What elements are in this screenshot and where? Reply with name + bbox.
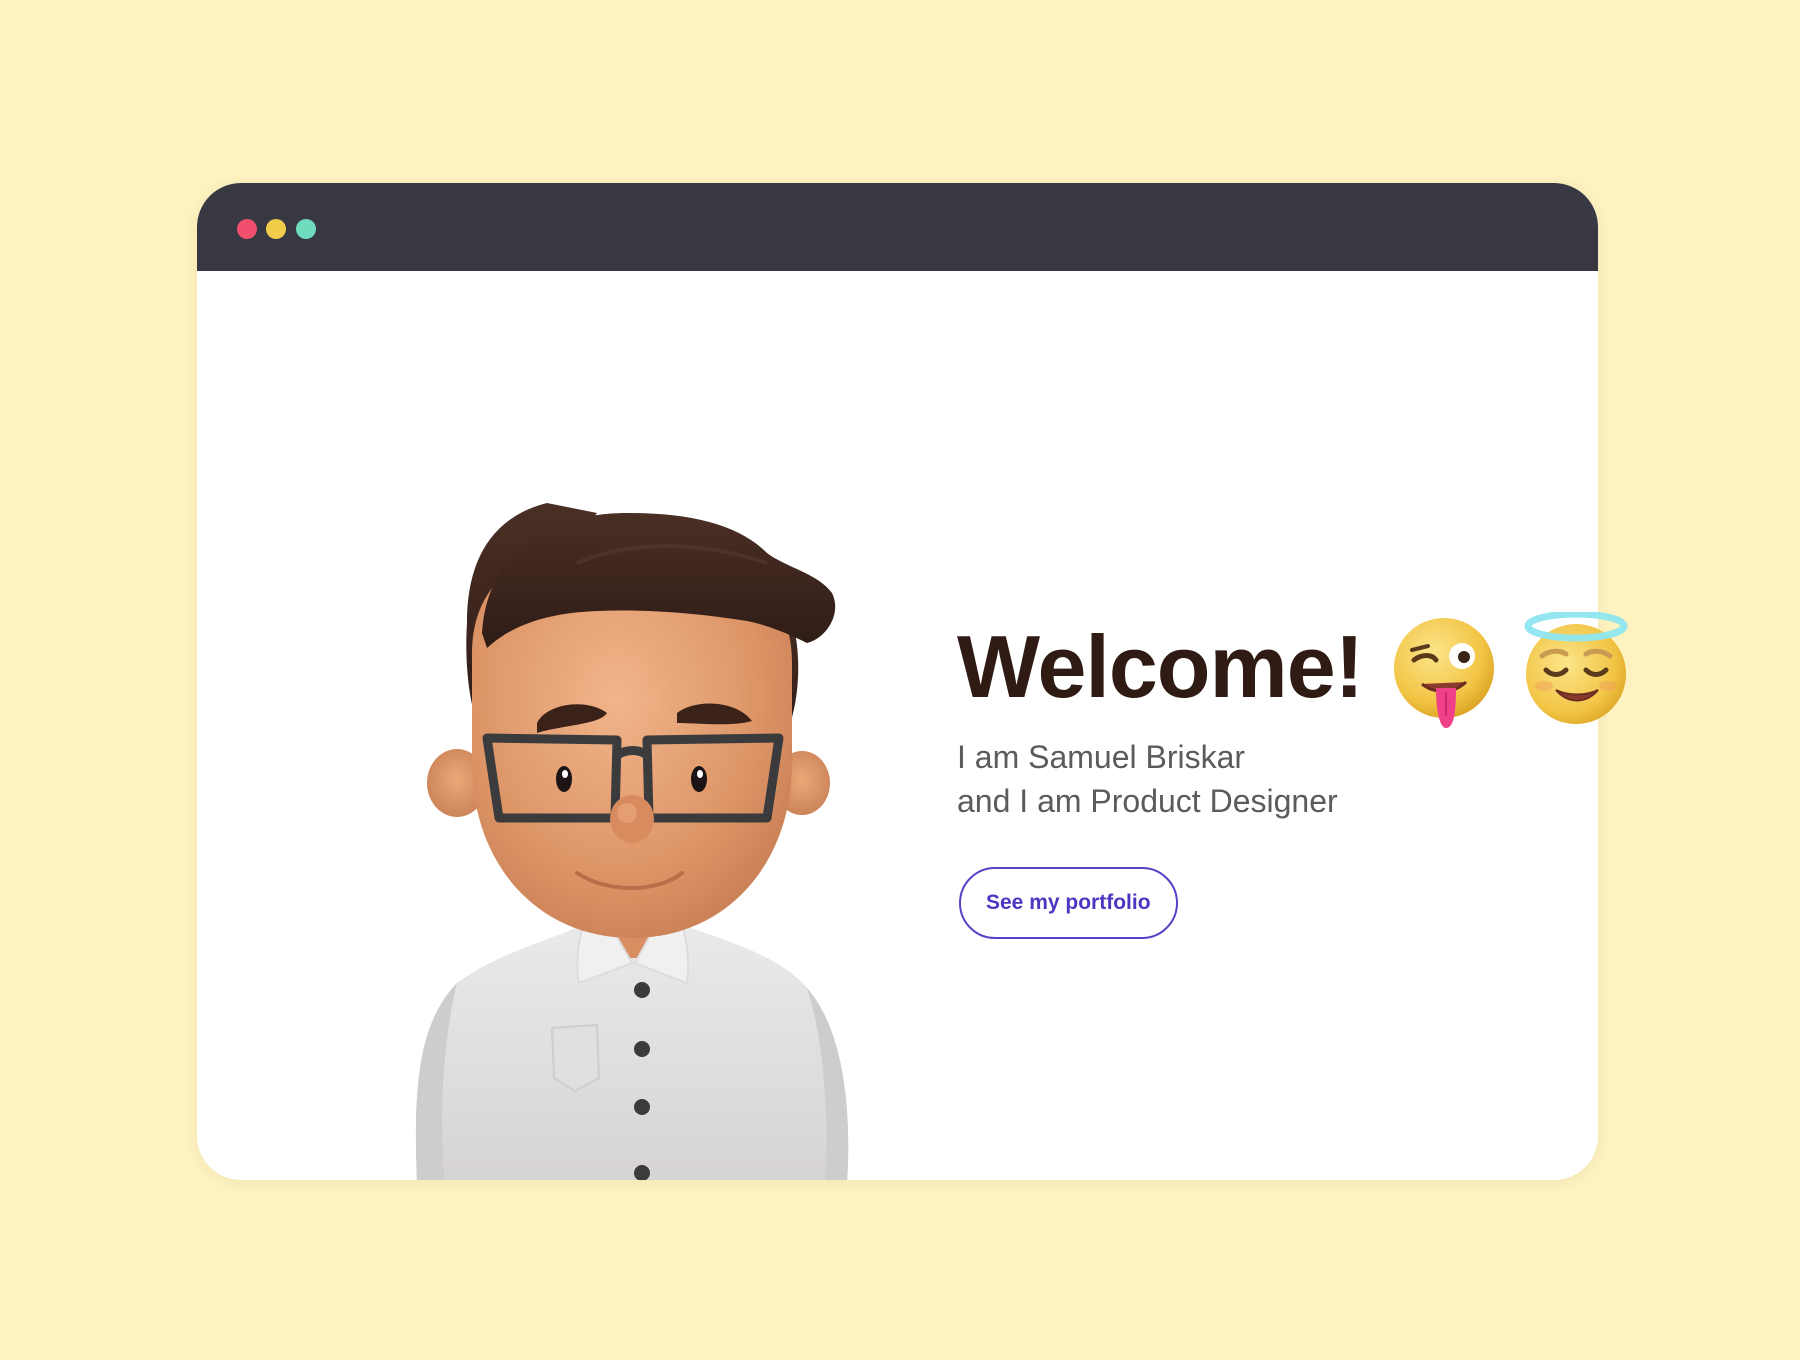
see-portfolio-button[interactable]: See my portfolio: [959, 867, 1178, 939]
intro-line: I am Samuel Briskar: [957, 739, 1246, 775]
window-titlebar: [197, 183, 1598, 271]
shirt-pocket: [550, 1023, 601, 1093]
hero-section: Welcome! I am Samuel Briskar and I am Pr…: [957, 617, 1364, 939]
smiling-halo-emoji: [1524, 612, 1628, 724]
intro: I am Samuel Briskar and I am Product Des…: [957, 735, 1363, 823]
maximize-dot[interactable]: [296, 219, 316, 239]
minimize-dot[interactable]: [266, 219, 286, 239]
winking-tongue-emoji: [1394, 618, 1494, 728]
browser-window: Welcome! I am Samuel Briskar and I am Pr…: [197, 183, 1598, 1180]
close-dot[interactable]: [237, 219, 257, 239]
intro-line: and I am Product Designer: [957, 783, 1338, 819]
avatar-illustration: [415, 503, 849, 1180]
page-title: Welcome!: [957, 617, 1364, 716]
